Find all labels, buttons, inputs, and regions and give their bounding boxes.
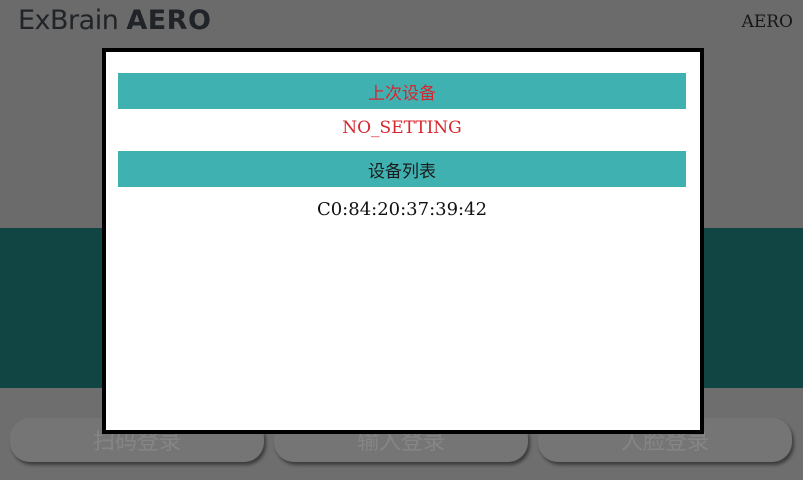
last-device-value: NO_SETTING (342, 118, 462, 138)
last-device-header: 上次设备 (118, 73, 686, 109)
device-list-item[interactable]: C0:84:20:37:39:42 (118, 196, 686, 224)
device-list: C0:84:20:37:39:42 (118, 196, 686, 224)
device-list-header: 设备列表 (118, 151, 686, 187)
device-select-dialog: 上次设备 NO_SETTING 设备列表 C0:84:20:37:39:42 (102, 48, 704, 434)
app-screen: ExBrain AERO AERO 扫码登录 输入登录 人脸登录 上次设备 NO… (0, 0, 803, 480)
